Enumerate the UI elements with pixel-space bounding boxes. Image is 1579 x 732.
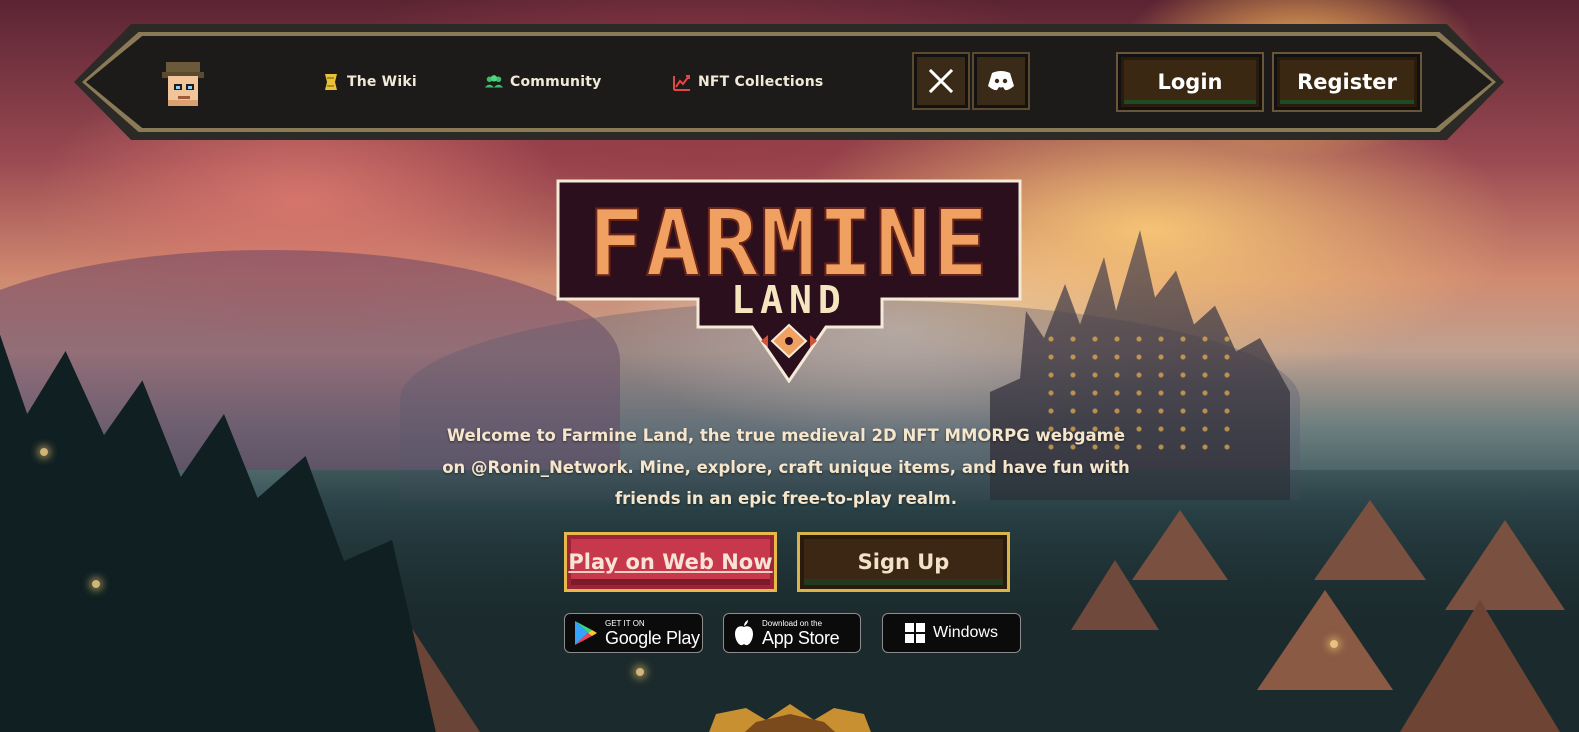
- app-store-badge[interactable]: Download on the App Store: [723, 613, 861, 653]
- firefly: [92, 580, 100, 588]
- discord-button[interactable]: [972, 52, 1030, 110]
- discord-icon: [988, 71, 1014, 91]
- login-button[interactable]: Login: [1116, 52, 1264, 112]
- windows-badge[interactable]: Windows: [882, 613, 1021, 653]
- google-play-label: Google Play: [605, 627, 700, 648]
- chart-icon: [673, 75, 690, 91]
- people-icon: [484, 75, 504, 88]
- nav-link-community-label: Community: [510, 74, 602, 90]
- x-icon: [928, 68, 954, 94]
- nav-link-community[interactable]: Community: [484, 70, 601, 94]
- lantern-light: [1330, 640, 1338, 648]
- app-store-small-label: Download on the: [762, 618, 823, 628]
- avatar-logo-icon[interactable]: [156, 56, 212, 112]
- register-button[interactable]: Register: [1272, 52, 1422, 112]
- google-play-badge[interactable]: GET IT ON Google Play: [564, 613, 703, 653]
- windows-label: Windows: [933, 624, 998, 641]
- google-play-icon: [575, 621, 597, 645]
- app-store-label: App Store: [762, 627, 840, 648]
- sign-up-button[interactable]: Sign Up: [797, 532, 1010, 592]
- nav-link-nft-collections[interactable]: NFT Collections: [672, 70, 823, 94]
- google-play-small-label: GET IT ON: [605, 618, 645, 628]
- nav-link-wiki-label: The Wiki: [347, 74, 417, 90]
- windows-icon: [905, 623, 926, 643]
- nav-link-nft-collections-label: NFT Collections: [698, 74, 824, 90]
- treasure-chest-decoration: [709, 704, 871, 732]
- scroll-icon: [325, 74, 337, 90]
- apple-icon: [735, 620, 753, 646]
- x-twitter-button[interactable]: [912, 52, 970, 110]
- farmine-land-logo: FARMINE LAND: [556, 179, 1022, 383]
- logo-subtitle: LAND: [731, 278, 847, 322]
- nav-link-wiki[interactable]: The Wiki: [321, 70, 417, 94]
- intro-description: Welcome to Farmine Land, the true mediev…: [442, 426, 1130, 508]
- firefly: [40, 448, 48, 456]
- lantern-light: [636, 668, 644, 676]
- play-on-web-button[interactable]: Play on Web Now: [564, 532, 777, 592]
